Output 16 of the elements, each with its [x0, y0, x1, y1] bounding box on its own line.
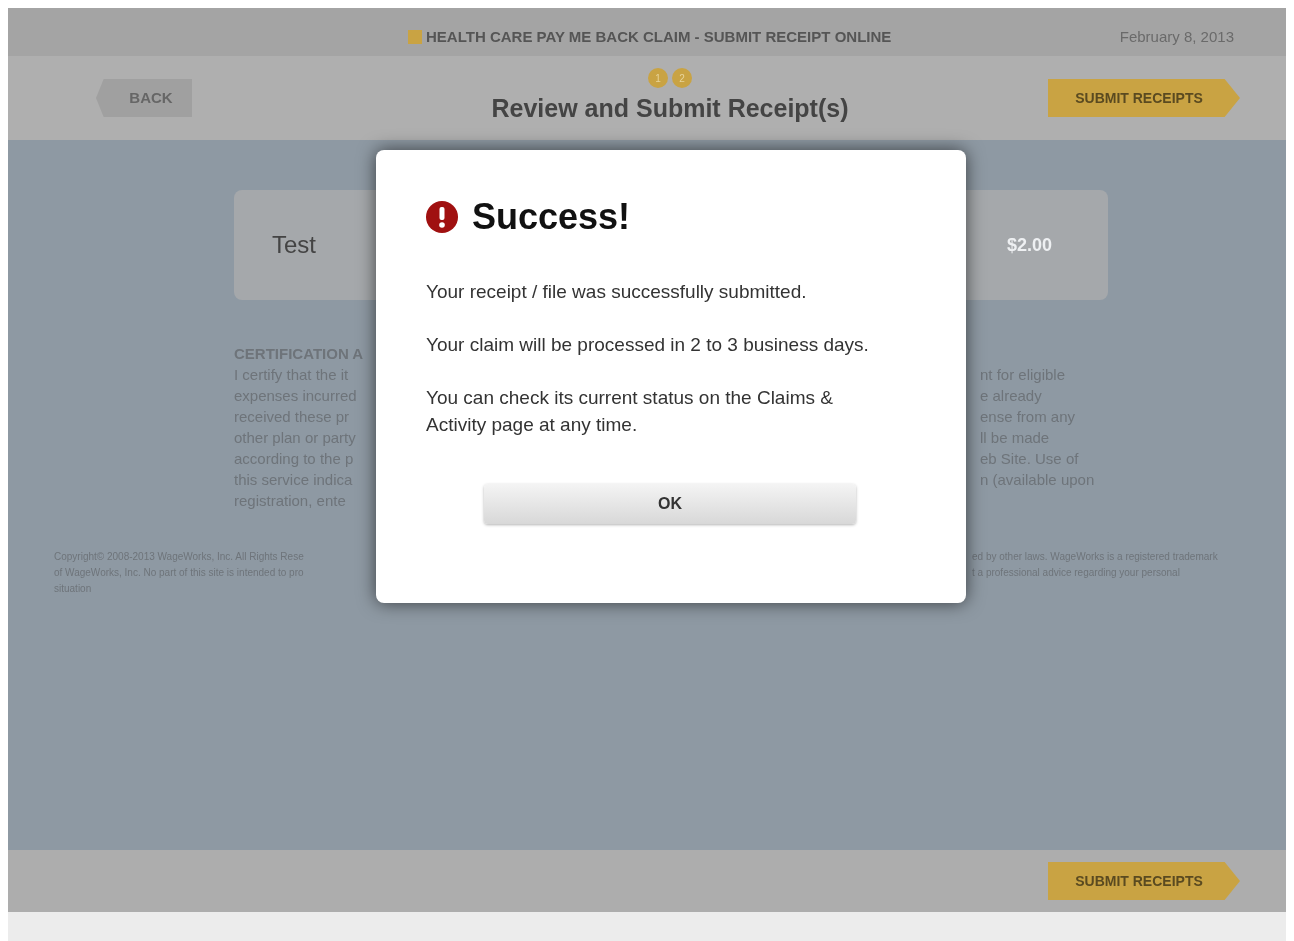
- submit-receipts-button[interactable]: SUBMIT RECEIPTS: [1048, 862, 1240, 900]
- dialog-message: Your receipt / file was successfully submitted.: [426, 280, 808, 304]
- ok-button[interactable]: OK: [484, 484, 856, 524]
- back-button[interactable]: BACK: [96, 79, 192, 117]
- dialog-title: Success!: [472, 195, 631, 239]
- dialog-message: Your claim will be processed in 2 to 3 business days.: [426, 333, 870, 357]
- dialog-message: You can check its current status on the Claims & Activity page at any time.: [426, 386, 834, 437]
- submit-receipts-button[interactable]: SUBMIT RECEIPTS: [1048, 79, 1240, 117]
- exclamation-icon: [426, 201, 458, 233]
- step-indicator: 1: [648, 68, 668, 89]
- step-indicator: 2: [672, 68, 692, 89]
- receipt-amount: $2.00: [1006, 233, 1052, 257]
- date: February 8, 2013: [1119, 27, 1234, 47]
- step-title: Review and Submit Receipt(s): [491, 93, 849, 125]
- page-title: HEALTH CARE PAY ME BACK CLAIM - SUBMIT RECEIPT ONLINE: [426, 27, 892, 47]
- receipt-name: Test: [272, 230, 316, 260]
